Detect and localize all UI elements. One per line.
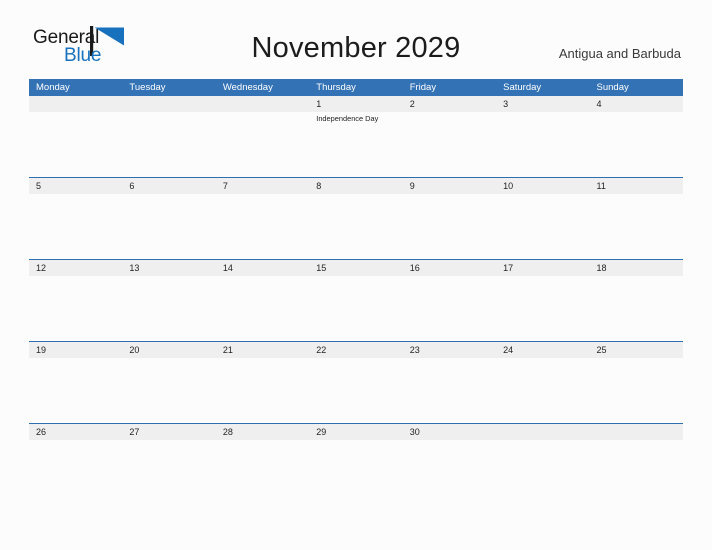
day-body-3	[496, 112, 589, 177]
date-cell-empty	[216, 96, 309, 112]
date-cell-7[interactable]: 7	[216, 178, 309, 194]
date-cell-25[interactable]: 25	[590, 342, 683, 358]
date-cell-17[interactable]: 17	[496, 260, 589, 276]
day-body-18	[590, 276, 683, 341]
day-body-empty	[590, 440, 683, 505]
date-cell-20[interactable]: 20	[122, 342, 215, 358]
date-number-band: 1234	[29, 96, 683, 112]
date-cell-18[interactable]: 18	[590, 260, 683, 276]
day-body-6	[122, 194, 215, 259]
day-body-30	[403, 440, 496, 505]
weekday-header-friday: Friday	[409, 82, 437, 93]
calendar-weeks: 1 2 3 4 Independence Day 5 6 7 8 9 10 11 12 13 14 15 16 1…	[29, 96, 683, 505]
day-body-17	[496, 276, 589, 341]
weekday-header-monday: Monday	[36, 82, 70, 93]
weekday-header-thursday: Thursday	[316, 82, 356, 93]
day-body-14	[216, 276, 309, 341]
weekday-header-wednesday: Wednesday	[222, 82, 273, 93]
date-number-band: 5 6 7 8 9 10 11	[29, 178, 683, 194]
day-body-4	[590, 112, 683, 177]
day-body-11	[590, 194, 683, 259]
date-cell-27[interactable]: 27	[122, 424, 215, 440]
date-cell-empty	[590, 424, 683, 440]
day-body-2	[403, 112, 496, 177]
date-cell-15[interactable]: 15	[309, 260, 402, 276]
calendar-week-row: 19 20 21 22 23 24 25	[29, 341, 683, 423]
day-body-26	[29, 440, 122, 505]
day-body-10	[496, 194, 589, 259]
day-body-7	[216, 194, 309, 259]
date-cell-8[interactable]: 8	[309, 178, 402, 194]
event-band: Independence Day	[29, 112, 683, 177]
day-body-empty	[29, 112, 122, 177]
date-cell-9[interactable]: 9	[403, 178, 496, 194]
day-body-5	[29, 194, 122, 259]
calendar-week-row: 5 6 7 8 9 10 11	[29, 177, 683, 259]
calendar-week-row: 12 13 14 15 16 17 18	[29, 259, 683, 341]
day-body-21	[216, 358, 309, 423]
calendar-week-row: 26 27 28 29 30	[29, 423, 683, 505]
country-label: Antigua and Barbuda	[558, 46, 681, 61]
day-body-24	[496, 358, 589, 423]
date-cell-29[interactable]: 29	[309, 424, 402, 440]
event-band	[29, 276, 683, 341]
weekday-header-row: Monday Tuesday Wednesday Thursday Friday Satu…	[29, 79, 683, 96]
day-body-13	[122, 276, 215, 341]
day-body-29	[309, 440, 402, 505]
date-cell-16[interactable]: 16	[403, 260, 496, 276]
date-number-band: 19 20 21 22 23 24 25	[29, 342, 683, 358]
day-body-empty	[496, 440, 589, 505]
page-header: General Blue November 2029 Antigua and B…	[0, 0, 712, 65]
date-cell-28[interactable]: 28	[216, 424, 309, 440]
date-number-band: 12 13 14 15 16 17 18	[29, 260, 683, 276]
date-cell-26[interactable]: 26	[29, 424, 122, 440]
date-cell-10[interactable]: 10	[496, 178, 589, 194]
event-band	[29, 358, 683, 423]
weekday-header-tuesday: Tuesday	[129, 82, 166, 93]
date-cell-21[interactable]: 21	[216, 342, 309, 358]
date-cell-13[interactable]: 13	[122, 260, 215, 276]
date-cell-22[interactable]: 22	[309, 342, 402, 358]
day-body-empty	[122, 112, 215, 177]
date-cell-4[interactable]: 4	[590, 96, 683, 112]
date-number-band: 26 27 28 29 30	[29, 424, 683, 440]
day-body-empty	[216, 112, 309, 177]
day-body-22	[309, 358, 402, 423]
day-body-9	[403, 194, 496, 259]
date-cell-empty	[122, 96, 215, 112]
date-cell-11[interactable]: 11	[590, 178, 683, 194]
date-cell-3[interactable]: 3	[496, 96, 589, 112]
date-cell-5[interactable]: 5	[29, 178, 122, 194]
day-body-8	[309, 194, 402, 259]
date-cell-6[interactable]: 6	[122, 178, 215, 194]
day-body-27	[122, 440, 215, 505]
date-cell-23[interactable]: 23	[403, 342, 496, 358]
date-cell-19[interactable]: 19	[29, 342, 122, 358]
date-cell-2[interactable]: 2	[403, 96, 496, 112]
date-cell-24[interactable]: 24	[496, 342, 589, 358]
day-body-1[interactable]: Independence Day	[309, 112, 402, 177]
weekday-header-sunday: Sunday	[596, 82, 629, 93]
weekday-header-saturday: Saturday	[503, 82, 542, 93]
day-body-16	[403, 276, 496, 341]
date-cell-12[interactable]: 12	[29, 260, 122, 276]
day-body-23	[403, 358, 496, 423]
day-body-25	[590, 358, 683, 423]
day-body-28	[216, 440, 309, 505]
event-band	[29, 194, 683, 259]
day-body-15	[309, 276, 402, 341]
date-cell-30[interactable]: 30	[403, 424, 496, 440]
event-band	[29, 440, 683, 505]
day-body-20	[122, 358, 215, 423]
date-cell-1[interactable]: 1	[309, 96, 402, 112]
date-cell-empty	[496, 424, 589, 440]
date-cell-empty	[29, 96, 122, 112]
day-body-19	[29, 358, 122, 423]
calendar-grid: Monday Tuesday Wednesday Thursday Friday Satu…	[29, 79, 683, 505]
holiday-label: Independence Day	[316, 114, 379, 123]
day-body-12	[29, 276, 122, 341]
calendar-week-row: 1 2 3 4 Independence Day	[29, 96, 683, 177]
date-cell-14[interactable]: 14	[216, 260, 309, 276]
